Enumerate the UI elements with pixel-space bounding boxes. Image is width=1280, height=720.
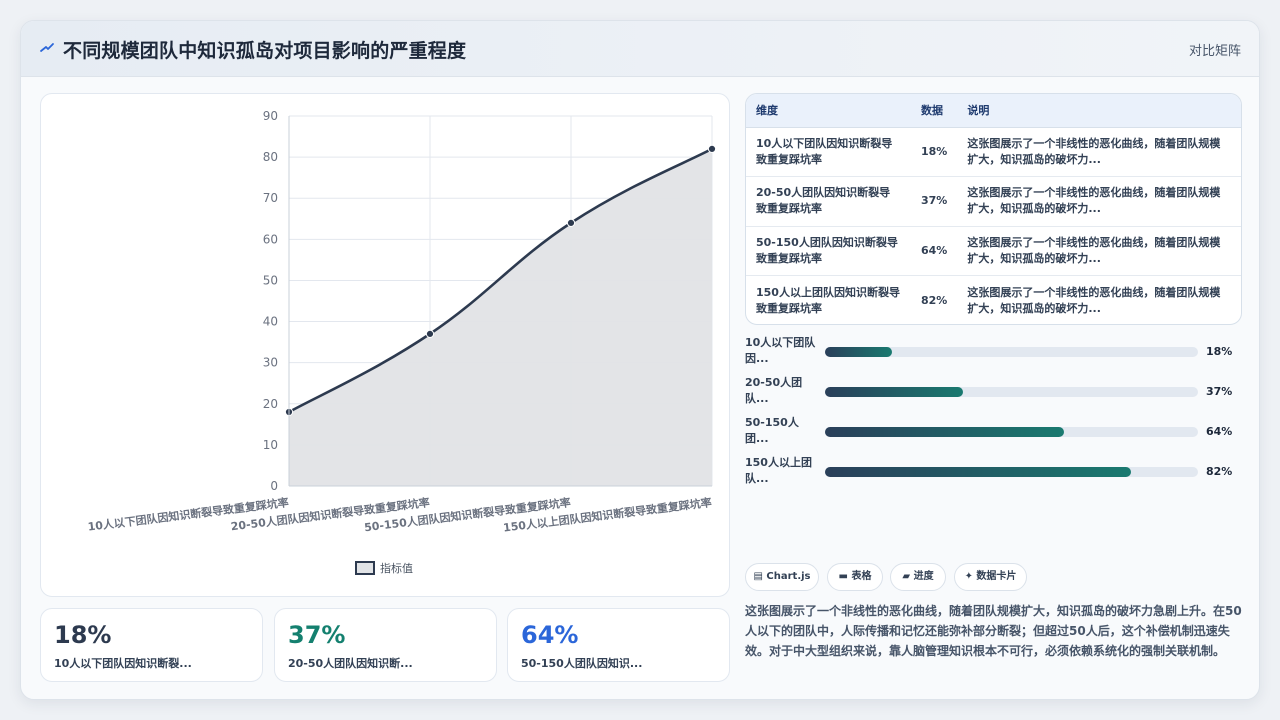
progress-label: 10人以下团队因... bbox=[745, 336, 816, 365]
description-text: 这张图展示了一个非线性的恶化曲线，随着团队规模扩大，知识孤岛的破坏力急剧上升。在… bbox=[745, 604, 1242, 658]
y-tick-label: 70 bbox=[263, 191, 278, 205]
progress-value: 18% bbox=[1206, 345, 1233, 358]
legend-label: 指标值 bbox=[380, 561, 413, 575]
stat-card-3: 64% 50-150人团队因知识... bbox=[507, 608, 730, 682]
table-row: 10人以下团队因知识断裂导致重复踩坑率 18% 这张图展示了一个非线性的恶化曲线… bbox=[746, 127, 1241, 177]
table-cell-note: 这张图展示了一个非线性的恶化曲线，随着团队规模扩大，知识孤岛的破坏力... bbox=[957, 127, 1241, 177]
area-fill bbox=[289, 148, 712, 486]
column-header: 维度 bbox=[746, 94, 911, 128]
y-tick-label: 40 bbox=[263, 315, 278, 329]
progress-fill bbox=[825, 347, 893, 357]
stat-value: 18% bbox=[54, 621, 112, 649]
progress-track bbox=[825, 347, 1198, 357]
page-title: 不同规模团队中知识孤岛对项目影响的严重程度 bbox=[63, 40, 467, 62]
data-point bbox=[566, 218, 576, 227]
progress-row: 10人以下团队因... 18% bbox=[745, 335, 1245, 371]
y-tick-label: 20 bbox=[263, 397, 278, 411]
table-cell-note: 这张图展示了一个非线性的恶化曲线，随着团队规模扩大，知识孤岛的破坏力... bbox=[957, 176, 1241, 227]
progress-value: 64% bbox=[1206, 425, 1233, 438]
table-row: 150人以上团队因知识断裂导致重复踩坑率 82% 这张图展示了一个非线性的恶化曲… bbox=[746, 276, 1241, 325]
tag-data-card[interactable]: ✦ 数据卡片 bbox=[954, 563, 1027, 591]
progress-label: 150人以上团队... bbox=[745, 456, 812, 485]
stat-value: 37% bbox=[288, 621, 346, 649]
dashboard-card: 不同规模团队中知识孤岛对项目影响的严重程度 对比矩阵 0 10 20 30 40 50 60… bbox=[20, 20, 1260, 700]
table-cell-dimension: 20-50人团队因知识断裂导致重复踩坑率 bbox=[746, 176, 911, 227]
chart-panel: 0 10 20 30 40 50 60 70 80 90 10人以下团队因知识断裂导致重复踩坑率 20… bbox=[40, 93, 730, 597]
progress-label: 50-150人团... bbox=[745, 416, 799, 445]
progress-row: 50-150人团... 64% bbox=[745, 415, 1245, 451]
y-tick-label: 0 bbox=[270, 479, 278, 493]
table-cell-value: 64% bbox=[911, 226, 958, 276]
stat-card-2: 37% 20-50人团队因知识断... bbox=[274, 608, 497, 682]
progress-value: 37% bbox=[1206, 385, 1233, 398]
table-cell-value: 82% bbox=[921, 293, 948, 307]
progress-row: 150人以上团队... 82% bbox=[745, 455, 1245, 491]
progress-label: 20-50人团队... bbox=[745, 376, 803, 405]
area-chart: 010203040506070809010人以下团队因知识断裂导致重复踩坑率20… bbox=[87, 109, 717, 575]
stat-value: 64% bbox=[521, 621, 579, 649]
y-tick-label: 10 bbox=[263, 438, 278, 452]
data-point bbox=[425, 329, 435, 338]
y-tick-label: 50 bbox=[263, 273, 278, 287]
table-header-row: 维度 数据 说明 bbox=[746, 94, 1241, 128]
legend-swatch bbox=[355, 561, 375, 575]
y-tick-label: 60 bbox=[263, 232, 278, 246]
compare-matrix-link[interactable]: 对比矩阵 bbox=[1189, 40, 1241, 59]
progress-track bbox=[825, 467, 1198, 477]
column-header: 数据 bbox=[911, 94, 958, 128]
table-cell-dimension: 10人以下团队因知识断裂导致重复踩坑率 bbox=[746, 127, 911, 177]
sparkle-icon bbox=[40, 43, 54, 52]
y-tick-label: 80 bbox=[263, 150, 278, 164]
header-bar: 不同规模团队中知识孤岛对项目影响的严重程度 对比矩阵 bbox=[21, 21, 1259, 77]
data-table-panel: 维度 数据 说明 10人以下团队因知识断裂导致重复踩坑率 18% 这张图展示了一… bbox=[745, 93, 1242, 325]
stat-card-1: 18% 10人以下团队因知识断裂... bbox=[40, 608, 263, 682]
table-row: 20-50人团队因知识断裂导致重复踩坑率 37% 这张图展示了一个非线性的恶化曲… bbox=[746, 176, 1241, 227]
progress-track bbox=[825, 387, 1198, 397]
progress-row: 20-50人团队... 37% bbox=[745, 375, 1245, 411]
y-tick-label: 90 bbox=[263, 109, 278, 123]
tag-chartjs[interactable]: ▤ Chart.js bbox=[745, 563, 819, 591]
table-cell-note: 这张图展示了一个非线性的恶化曲线，随着团队规模扩大，知识孤岛的破坏力... bbox=[967, 285, 1221, 315]
stat-label: 20-50人团队因知识断... bbox=[288, 657, 413, 670]
table-row: 50-150人团队因知识断裂导致重复踩坑率 64% 这张图展示了一个非线性的恶化… bbox=[746, 226, 1241, 276]
progress-fill bbox=[825, 387, 963, 397]
stat-label: 10人以下团队因知识断裂... bbox=[54, 657, 192, 670]
stat-label: 50-150人团队因知识... bbox=[521, 657, 643, 670]
table-cell-value: 18% bbox=[911, 127, 958, 177]
table-cell-note: 这张图展示了一个非线性的恶化曲线，随着团队规模扩大，知识孤岛的破坏力... bbox=[957, 226, 1241, 276]
table-cell-dimension: 150人以上团队因知识断裂导致重复踩坑率 bbox=[756, 285, 900, 315]
table-cell-value: 37% bbox=[911, 176, 958, 227]
data-table: 维度 数据 说明 10人以下团队因知识断裂导致重复踩坑率 18% 这张图展示了一… bbox=[746, 94, 1241, 325]
y-tick-label: 30 bbox=[263, 356, 278, 370]
column-header: 说明 bbox=[957, 94, 1241, 128]
progress-track bbox=[825, 427, 1198, 437]
tag-table[interactable]: ▬ 表格 bbox=[827, 563, 883, 591]
progress-fill bbox=[825, 467, 1131, 477]
data-point bbox=[707, 144, 717, 153]
tag-progress[interactable]: ▰ 进度 bbox=[890, 563, 946, 591]
progress-value: 82% bbox=[1206, 465, 1233, 478]
table-cell-dimension: 50-150人团队因知识断裂导致重复踩坑率 bbox=[746, 226, 911, 276]
progress-fill bbox=[825, 427, 1064, 437]
